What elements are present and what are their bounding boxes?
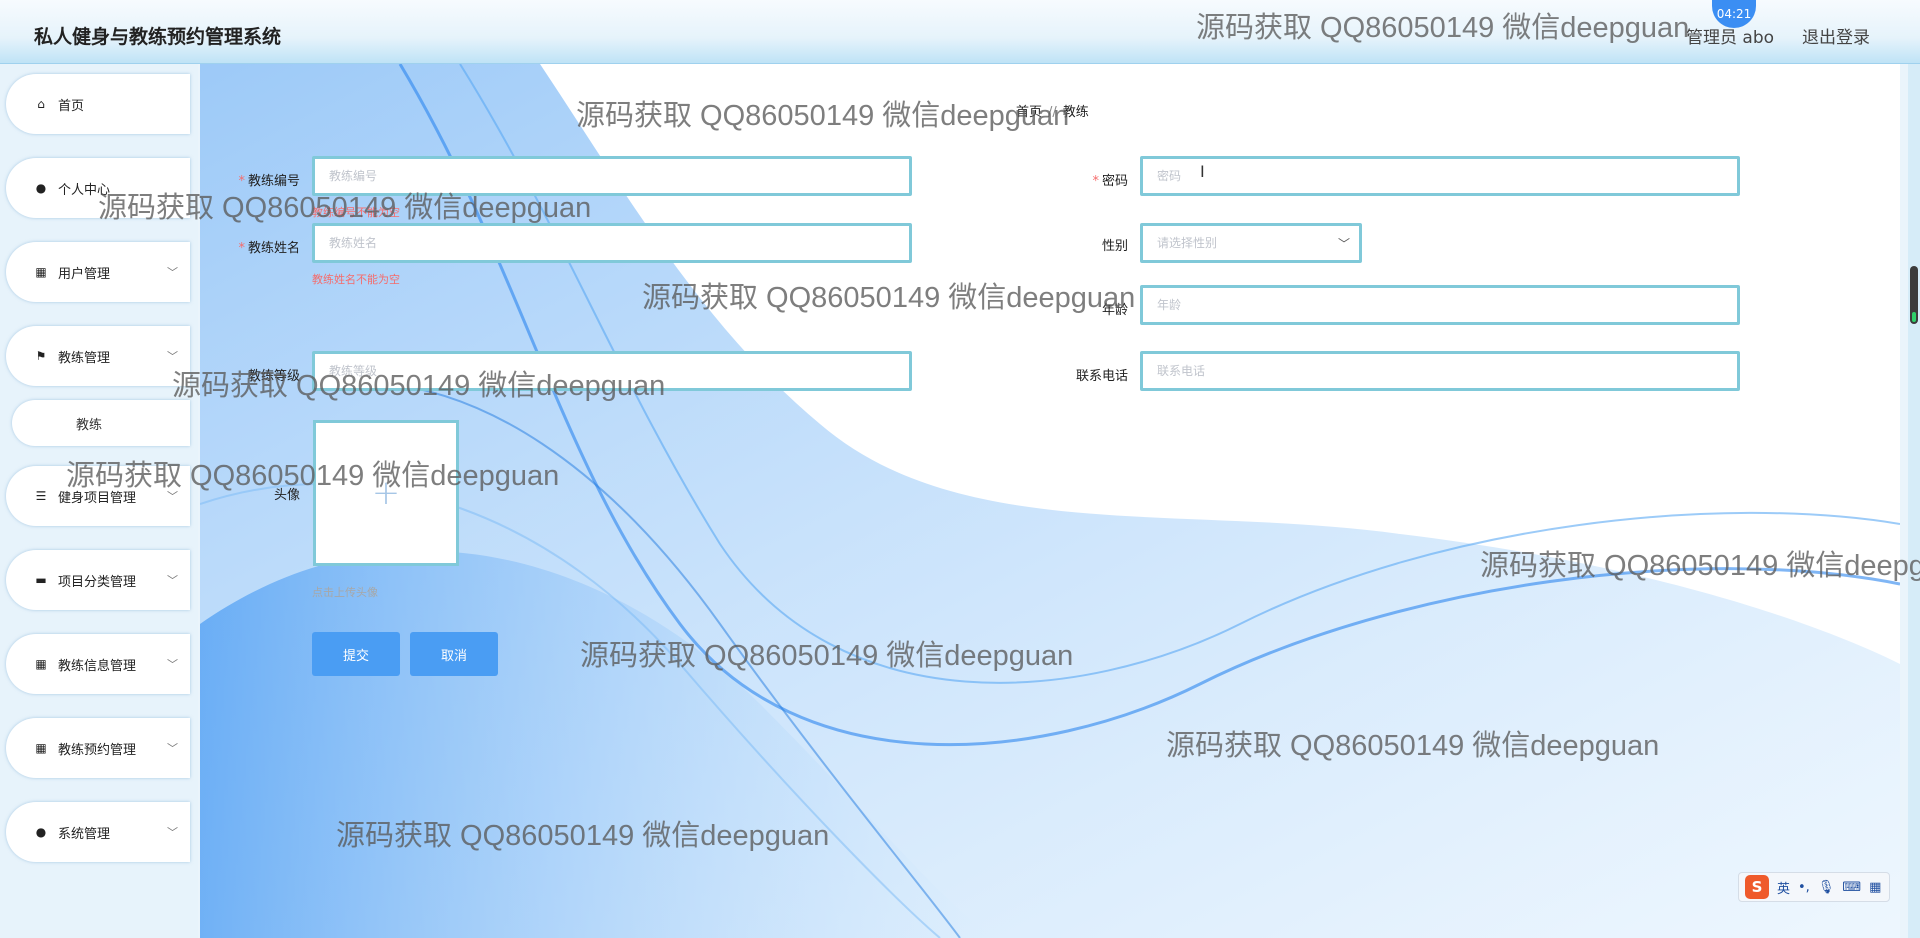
text-cursor-icon: I <box>1200 162 1205 181</box>
grid-icon[interactable]: ▦ <box>1869 880 1881 895</box>
grid-icon: ▦ <box>35 265 47 279</box>
main-content: 首页 // 教练 *教练编号 教练编号不能为空 *教练姓名 教练姓名不能为空 教练等… <box>200 64 1900 938</box>
sidebar: ⌂ 首页 ● 个人中心 ▦ 用户管理 ﹀ ⚑ 教练管理 ﹀ 教练 ☰ 健身项目管… <box>0 64 198 938</box>
chevron-down-icon: ﹀ <box>167 826 178 839</box>
chevron-down-icon: ﹀ <box>167 266 178 279</box>
sidebar-item-coach-info-management[interactable]: ▦ 教练信息管理 ﹀ <box>6 634 190 694</box>
ime-toolbar[interactable]: S 英 •, 🎙 ⌨ ▦ <box>1738 872 1890 902</box>
breadcrumb: 首页 // 教练 <box>1016 101 1089 120</box>
password-label: * 密码 <box>1092 174 1128 189</box>
current-user[interactable]: 管理员 abo <box>1686 23 1774 48</box>
cancel-button[interactable]: 取消 <box>410 632 498 676</box>
grid-icon: ▦ <box>35 741 47 755</box>
chevron-down-icon: ﹀ <box>167 742 178 755</box>
sidebar-item-label: 教练管理 <box>58 350 111 366</box>
sidebar-item-user-management[interactable]: ▦ 用户管理 ﹀ <box>6 242 190 302</box>
scrollbar-thumb[interactable] <box>1910 266 1918 324</box>
plus-icon: + <box>371 473 401 513</box>
app-title: 私人健身与教练预约管理系统 <box>34 26 282 48</box>
password-input[interactable] <box>1140 156 1740 196</box>
breadcrumb-separator: // <box>1048 105 1057 120</box>
sidebar-item-label: 首页 <box>58 98 85 114</box>
scrollbar[interactable] <box>1908 64 1920 938</box>
flag-icon: ⚑ <box>35 349 47 363</box>
keyboard-icon[interactable]: ⌨ <box>1842 880 1861 895</box>
punctuation-icon[interactable]: •, <box>1798 880 1810 895</box>
phone-label: 联系电话 <box>1075 369 1128 384</box>
sidebar-item-label: 个人中心 <box>58 182 111 198</box>
breadcrumb-home[interactable]: 首页 <box>1016 105 1042 120</box>
coach-no-error: 教练编号不能为空 <box>312 206 400 219</box>
avatar-upload-tip: 点击上传头像 <box>312 586 378 599</box>
sidebar-item-label: 健身项目管理 <box>58 490 137 506</box>
sidebar-item-label: 用户管理 <box>58 266 111 282</box>
gender-select[interactable] <box>1140 223 1362 263</box>
person-icon: ● <box>35 825 47 839</box>
avatar-uploader[interactable]: + <box>313 420 459 566</box>
chevron-down-icon: ﹀ <box>167 658 178 671</box>
mic-icon[interactable]: 🎙 <box>1818 880 1835 895</box>
age-label: 年龄 <box>1101 303 1128 318</box>
sidebar-subitem-coach[interactable]: 教练 <box>12 400 190 446</box>
box-icon: ▬ <box>35 573 47 587</box>
coach-level-input[interactable] <box>312 351 912 391</box>
phone-input[interactable] <box>1140 351 1740 391</box>
sidebar-item-home[interactable]: ⌂ 首页 <box>6 74 190 134</box>
coach-no-input[interactable] <box>312 156 912 196</box>
sidebar-item-label: 教练 <box>76 417 103 433</box>
sidebar-item-label: 系统管理 <box>58 826 111 842</box>
sidebar-item-fitness-project-management[interactable]: ☰ 健身项目管理 ﹀ <box>6 466 190 526</box>
chevron-down-icon: ﹀ <box>167 350 178 363</box>
sidebar-item-label: 项目分类管理 <box>58 574 137 590</box>
age-input[interactable] <box>1140 285 1740 325</box>
ime-lang[interactable]: 英 <box>1777 878 1790 897</box>
top-bar: 私人健身与教练预约管理系统 04:21 管理员 abo 退出登录 <box>0 0 1920 64</box>
avatar-label: 头像 <box>273 488 300 503</box>
submit-button[interactable]: 提交 <box>312 632 400 676</box>
coach-no-label: * 教练编号 <box>238 174 300 189</box>
sidebar-item-personal-center[interactable]: ● 个人中心 <box>6 158 190 218</box>
sidebar-item-label: 教练信息管理 <box>58 658 137 674</box>
coach-name-error: 教练姓名不能为空 <box>312 273 400 286</box>
coach-name-label: * 教练姓名 <box>238 241 300 256</box>
home-icon: ⌂ <box>37 97 45 111</box>
sidebar-item-coach-booking-management[interactable]: ▦ 教练预约管理 ﹀ <box>6 718 190 778</box>
person-icon: ● <box>35 181 47 195</box>
logout-link[interactable]: 退出登录 <box>1802 23 1870 48</box>
breadcrumb-current: 教练 <box>1062 105 1089 120</box>
sogou-logo-icon: S <box>1745 875 1769 899</box>
grid-icon: ▦ <box>35 657 47 671</box>
sidebar-item-label: 教练预约管理 <box>58 742 137 758</box>
sidebar-item-project-category-management[interactable]: ▬ 项目分类管理 ﹀ <box>6 550 190 610</box>
coach-name-input[interactable] <box>312 223 912 263</box>
sidebar-item-coach-management[interactable]: ⚑ 教练管理 ﹀ <box>6 326 190 386</box>
chevron-down-icon: ﹀ <box>167 574 178 587</box>
sliders-icon: ☰ <box>35 489 47 503</box>
chevron-down-icon: ﹀ <box>167 490 178 503</box>
sidebar-item-system-management[interactable]: ● 系统管理 ﹀ <box>6 802 190 862</box>
gender-label: 性别 <box>1101 239 1128 254</box>
coach-level-label: 教练等级 <box>247 369 300 384</box>
